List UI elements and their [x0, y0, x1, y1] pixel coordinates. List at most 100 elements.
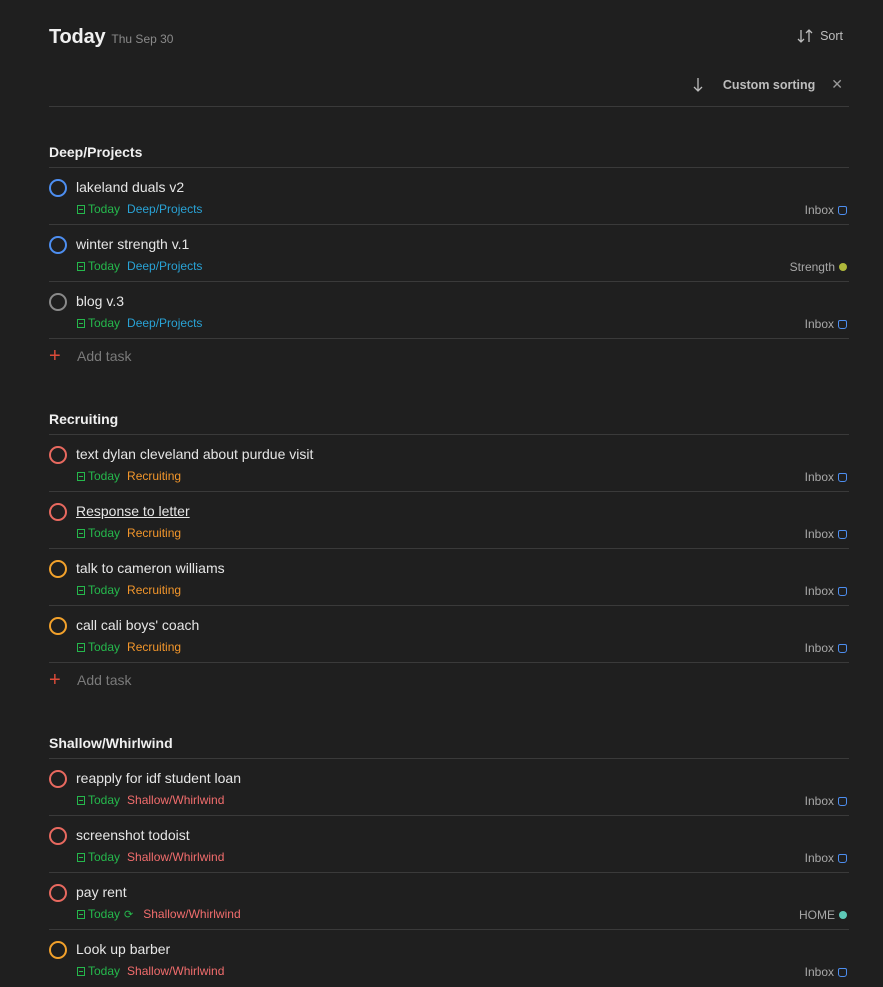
complete-checkbox[interactable] [49, 293, 67, 311]
project-tag[interactable]: Inbox [805, 851, 847, 865]
task-meta: Today Shallow/Whirlwind [77, 850, 224, 864]
section-label[interactable]: Shallow/Whirlwind [127, 850, 224, 864]
add-task-button[interactable]: + Add task [49, 663, 849, 697]
project-tag[interactable]: Inbox [805, 203, 847, 217]
task-meta: Today Shallow/Whirlwind [77, 793, 224, 807]
task-meta: Today Deep/Projects [77, 202, 202, 216]
complete-checkbox[interactable] [49, 941, 67, 959]
due-date: Today [88, 202, 121, 216]
task-name[interactable]: Look up barber [76, 941, 170, 957]
sort-button[interactable]: Sort [796, 28, 843, 44]
task-name[interactable]: reapply for idf student loan [76, 770, 241, 786]
project-tag[interactable]: Strength [790, 260, 847, 274]
calendar-icon [77, 966, 85, 976]
page-date: Thu Sep 30 [111, 32, 174, 46]
custom-sorting-label: Custom sorting [722, 77, 816, 92]
section-label[interactable]: Shallow/Whirlwind [143, 907, 240, 921]
plus-icon: + [49, 345, 61, 367]
task-name[interactable]: winter strength v.1 [76, 236, 189, 252]
inbox-icon [838, 205, 847, 215]
complete-checkbox[interactable] [49, 617, 67, 635]
complete-checkbox[interactable] [49, 827, 67, 845]
section-label[interactable]: Recruiting [127, 526, 181, 540]
due-date: Today [88, 850, 121, 864]
custom-sorting-chip[interactable]: Custom sorting ✕ [693, 76, 843, 93]
calendar-icon [77, 528, 85, 538]
project-tag[interactable]: Inbox [805, 641, 847, 655]
section-label[interactable]: Shallow/Whirlwind [127, 964, 224, 978]
task-meta: Today Recruiting [77, 526, 181, 540]
project-color-dot-icon [839, 263, 847, 271]
due-date: Today [88, 640, 121, 654]
inbox-icon [838, 472, 847, 482]
section-recruiting: Recruiting text dylan cleveland about pu… [49, 410, 849, 697]
project-tag[interactable]: Inbox [805, 794, 847, 808]
section-label[interactable]: Recruiting [127, 583, 181, 597]
project-tag[interactable]: HOME [799, 908, 847, 922]
task-name[interactable]: lakeland duals v2 [76, 179, 184, 195]
project-tag[interactable]: Inbox [805, 470, 847, 484]
section-deep-projects: Deep/Projects lakeland duals v2 Today De… [49, 143, 849, 373]
section-title: Recruiting [49, 410, 849, 435]
project-name: HOME [799, 908, 835, 922]
complete-checkbox[interactable] [49, 179, 67, 197]
complete-checkbox[interactable] [49, 503, 67, 521]
complete-checkbox[interactable] [49, 446, 67, 464]
project-tag[interactable]: Inbox [805, 317, 847, 331]
task-meta: Today Recruiting [77, 583, 181, 597]
task-name[interactable]: call cali boys' coach [76, 617, 199, 633]
section-label[interactable]: Shallow/Whirlwind [127, 793, 224, 807]
complete-checkbox[interactable] [49, 236, 67, 254]
complete-checkbox[interactable] [49, 560, 67, 578]
task-name[interactable]: Response to letter [76, 503, 190, 519]
task-item[interactable]: Response to letter Today Recruiting Inbo… [49, 492, 849, 549]
task-name[interactable]: pay rent [76, 884, 127, 900]
project-name: Inbox [804, 317, 834, 331]
task-name[interactable]: blog v.3 [76, 293, 124, 309]
section-label[interactable]: Deep/Projects [127, 316, 202, 330]
calendar-icon [77, 642, 85, 652]
section-label[interactable]: Deep/Projects [127, 259, 202, 273]
filter-bar: Custom sorting ✕ [49, 72, 849, 107]
close-icon[interactable]: ✕ [831, 76, 843, 93]
page-title: Today [49, 26, 106, 48]
due-date: Today [88, 907, 121, 921]
complete-checkbox[interactable] [49, 770, 67, 788]
task-name[interactable]: screenshot todoist [76, 827, 190, 843]
plus-icon: + [49, 669, 61, 691]
task-item[interactable]: reapply for idf student loan Today Shall… [49, 759, 849, 816]
project-tag[interactable]: Inbox [805, 527, 847, 541]
inbox-icon [838, 853, 847, 863]
task-item[interactable]: lakeland duals v2 Today Deep/Projects In… [49, 168, 849, 225]
calendar-icon [77, 261, 85, 271]
due-date: Today [88, 469, 121, 483]
task-meta: Today ⟳ Shallow/Whirlwind [77, 907, 241, 921]
task-item[interactable]: talk to cameron williams Today Recruitin… [49, 549, 849, 606]
section-title: Shallow/Whirlwind [49, 734, 849, 759]
section-label[interactable]: Deep/Projects [127, 202, 202, 216]
inbox-icon [838, 643, 847, 653]
calendar-icon [77, 795, 85, 805]
task-name[interactable]: text dylan cleveland about purdue visit [76, 446, 313, 462]
task-item[interactable]: call cali boys' coach Today Recruiting I… [49, 606, 849, 663]
sort-icon [797, 29, 813, 43]
section-shallow-whirlwind: Shallow/Whirlwind reapply for idf studen… [49, 734, 849, 987]
task-item[interactable]: winter strength v.1 Today Deep/Projects … [49, 225, 849, 282]
inbox-icon [838, 967, 847, 977]
task-meta: Today Deep/Projects [77, 316, 202, 330]
complete-checkbox[interactable] [49, 884, 67, 902]
task-item[interactable]: screenshot todoist Today Shallow/Whirlwi… [49, 816, 849, 873]
task-name[interactable]: talk to cameron williams [76, 560, 225, 576]
inbox-icon [838, 586, 847, 596]
section-label[interactable]: Recruiting [127, 640, 181, 654]
task-item[interactable]: text dylan cleveland about purdue visit … [49, 435, 849, 492]
project-tag[interactable]: Inbox [805, 584, 847, 598]
task-item[interactable]: blog v.3 Today Deep/Projects Inbox [49, 282, 849, 339]
section-label[interactable]: Recruiting [127, 469, 181, 483]
task-item[interactable]: Look up barber Today Shallow/Whirlwind I… [49, 930, 849, 987]
task-meta: Today Shallow/Whirlwind [77, 964, 224, 978]
calendar-icon [77, 585, 85, 595]
task-item[interactable]: pay rent Today ⟳ Shallow/Whirlwind HOME [49, 873, 849, 930]
add-task-button[interactable]: + Add task [49, 339, 849, 373]
project-tag[interactable]: Inbox [805, 965, 847, 979]
